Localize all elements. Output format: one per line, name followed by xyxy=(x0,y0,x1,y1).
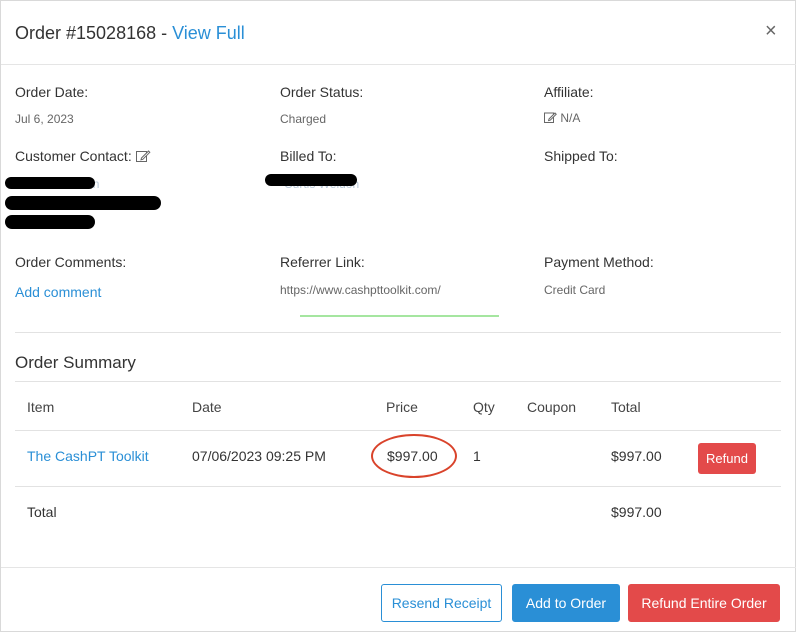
column-header-qty: Qty xyxy=(473,399,495,415)
item-link[interactable]: The CashPT Toolkit xyxy=(27,448,149,464)
billed-to-label: Billed To: xyxy=(280,148,337,164)
order-status-label: Order Status: xyxy=(280,84,364,100)
modal-header: Order #15028168 - View Full × xyxy=(1,1,796,65)
annotation-circle xyxy=(371,434,457,478)
referrer-link-value: https://www.cashpttoolkit.com/ xyxy=(280,283,441,297)
footer-divider xyxy=(1,567,796,568)
redaction-mark xyxy=(5,215,95,229)
table-row-border xyxy=(15,486,781,487)
add-comment-link[interactable]: Add comment xyxy=(15,284,101,300)
affiliate-text: N/A xyxy=(560,111,581,125)
customer-contact-text: Customer Contact: xyxy=(15,148,132,164)
order-number: Order #15028168 - xyxy=(15,23,173,43)
item-date: 07/06/2023 09:25 PM xyxy=(192,448,326,464)
column-header-total: Total xyxy=(611,399,641,415)
redaction-mark xyxy=(265,174,357,186)
item-total: $997.00 xyxy=(611,448,662,464)
column-header-coupon: Coupon xyxy=(527,399,577,415)
view-full-link[interactable]: View Full xyxy=(172,23,245,43)
customer-contact-label: Customer Contact: xyxy=(15,148,151,165)
order-status-value: Charged xyxy=(280,112,327,126)
resend-receipt-button[interactable]: Resend Receipt xyxy=(381,584,502,622)
shipped-to-label: Shipped To: xyxy=(544,148,618,164)
table-header-border xyxy=(15,430,781,431)
payment-method-value: Credit Card xyxy=(544,283,606,297)
referrer-link-label: Referrer Link: xyxy=(280,254,365,270)
redaction-mark xyxy=(5,177,95,189)
divider xyxy=(15,332,781,333)
column-header-item: Item xyxy=(27,399,55,415)
refund-entire-order-button[interactable]: Refund Entire Order xyxy=(628,584,780,622)
order-date-value: Jul 6, 2023 xyxy=(15,112,74,126)
add-to-order-button[interactable]: Add to Order xyxy=(512,584,620,622)
total-value: $997.00 xyxy=(611,504,662,520)
close-icon[interactable]: × xyxy=(765,19,777,43)
order-modal: Order #15028168 - View Full × Order Date… xyxy=(0,0,796,632)
modal-title: Order #15028168 - View Full xyxy=(15,23,245,44)
column-header-date: Date xyxy=(192,399,222,415)
affiliate-label: Affiliate: xyxy=(544,84,594,100)
edit-contact-icon[interactable] xyxy=(135,149,151,165)
column-header-price: Price xyxy=(386,399,418,415)
payment-method-label: Payment Method: xyxy=(544,254,654,270)
order-date-label: Order Date: xyxy=(15,84,89,100)
item-qty: 1 xyxy=(473,448,481,464)
order-summary-title: Order Summary xyxy=(15,353,136,372)
annotation-underline xyxy=(300,315,499,317)
affiliate-value: N/A xyxy=(544,111,580,126)
edit-icon[interactable] xyxy=(544,111,557,126)
refund-button[interactable]: Refund xyxy=(698,443,756,474)
redaction-mark xyxy=(5,196,161,210)
table-top-border xyxy=(15,381,781,382)
total-label: Total xyxy=(27,504,57,520)
order-comments-label: Order Comments: xyxy=(15,254,127,270)
